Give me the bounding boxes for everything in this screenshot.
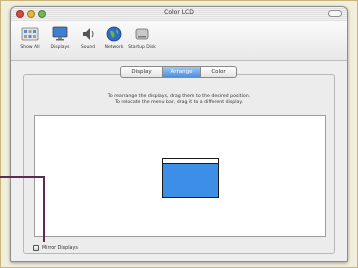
- toolbar-label: Startup Disk: [128, 45, 156, 50]
- instructions-text: To rearrange the displays, drag them to …: [44, 94, 314, 106]
- toolbar-label: Network: [104, 45, 124, 50]
- menu-bar-handle[interactable]: [163, 159, 218, 164]
- preferences-window: Color LCD Show All Displays Sound Networ…: [10, 6, 348, 262]
- mirror-displays-checkbox[interactable]: [33, 245, 39, 251]
- toolbar: Show All Displays Sound Network Startup …: [11, 21, 347, 61]
- window-title: Color LCD: [164, 9, 194, 16]
- tab-color[interactable]: Color: [201, 66, 237, 78]
- toolbar-show-all[interactable]: Show All: [15, 26, 45, 56]
- disk-icon: [135, 28, 149, 40]
- mirror-displays-option[interactable]: Mirror Displays: [33, 245, 78, 251]
- toolbar-label: Displays: [50, 45, 70, 50]
- title-bar[interactable]: Color LCD: [11, 7, 347, 22]
- tab-bar: Display Arrange Color: [120, 66, 237, 78]
- arrange-panel: To rearrange the displays, drag them to …: [23, 74, 335, 254]
- toolbar-label: Show All: [20, 45, 40, 50]
- tab-display[interactable]: Display: [120, 66, 163, 78]
- network-globe-icon: [106, 26, 122, 42]
- toolbar-displays[interactable]: Displays: [45, 26, 75, 56]
- display-arrangement-area: [34, 115, 326, 237]
- show-all-icon: [21, 27, 39, 41]
- toolbar-startup-disk[interactable]: Startup Disk: [127, 26, 157, 56]
- toolbar-network[interactable]: Network: [99, 26, 129, 56]
- display-icon: [52, 26, 68, 41]
- callout-line-vertical: [43, 176, 45, 242]
- callout-line: [0, 176, 45, 178]
- speaker-icon: [83, 28, 94, 40]
- mirror-displays-label: Mirror Displays: [42, 245, 78, 251]
- display-thumbnail[interactable]: [162, 158, 219, 198]
- instructions-line-2: To relocate the menu bar, drag it to a d…: [114, 100, 244, 105]
- tab-arrange[interactable]: Arrange: [163, 66, 201, 78]
- toolbar-toggle-button[interactable]: [328, 10, 342, 17]
